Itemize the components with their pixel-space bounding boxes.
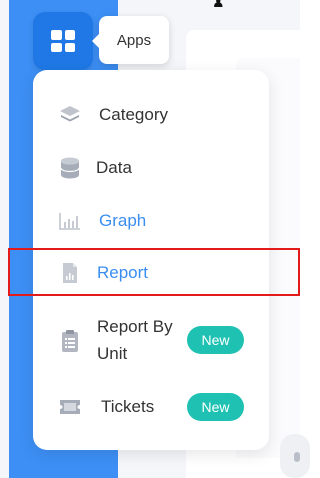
menu-item-report[interactable]: Report: [33, 256, 269, 290]
apps-button[interactable]: [33, 12, 93, 70]
menu-item-report-by-unit[interactable]: Report By Unit New: [33, 314, 269, 368]
menu-item-label: Report: [97, 262, 149, 282]
ticket-icon: [58, 395, 82, 419]
menu-item-tickets[interactable]: Tickets New: [33, 390, 269, 424]
apps-menu: Category Data Graph Report Report By Uni…: [33, 70, 269, 450]
menu-item-label: Category: [99, 104, 168, 124]
new-badge: New: [187, 326, 244, 354]
new-badge: New: [187, 393, 244, 421]
menu-item-data[interactable]: Data: [33, 151, 269, 185]
report-icon: [58, 261, 82, 285]
menu-item-label-line1: Report By: [97, 317, 173, 336]
menu-item-label: Data: [96, 157, 132, 177]
menu-item-label: Graph: [99, 210, 147, 230]
layers-icon: [58, 103, 82, 127]
menu-item-label: Tickets: [101, 396, 155, 416]
left-background: [0, 0, 9, 478]
menu-item-category[interactable]: Category: [33, 98, 269, 132]
menu-item-label-line2: Unit: [97, 344, 128, 363]
scroll-handle[interactable]: [280, 434, 310, 478]
grid-icon: [51, 30, 75, 52]
database-icon: [58, 156, 82, 180]
clipboard-icon: [58, 329, 82, 353]
apps-tooltip: Apps: [92, 16, 169, 64]
cursor-icon: ♟: [212, 0, 225, 10]
menu-item-graph[interactable]: Graph: [33, 204, 269, 238]
bar-chart-icon: [58, 209, 82, 233]
apps-tooltip-label: Apps: [116, 31, 152, 49]
